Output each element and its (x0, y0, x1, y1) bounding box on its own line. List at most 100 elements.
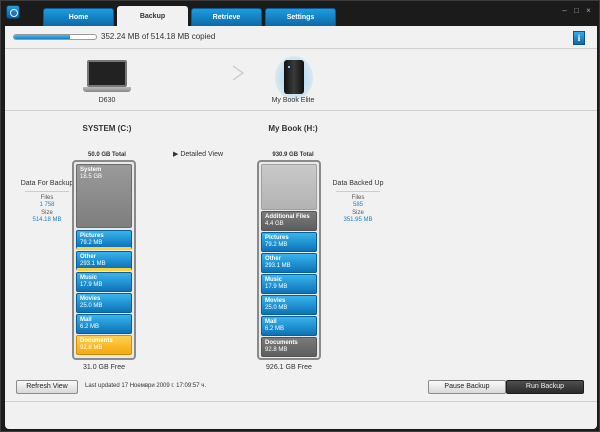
detailed-view-label: Detailed View (180, 151, 224, 158)
laptop-screen (87, 60, 127, 87)
segment-movies[interactable]: Movies 25.0 MB (261, 295, 317, 315)
segment-size: 79.2 MB (265, 242, 288, 248)
target-device-name: My Book Elite (271, 97, 315, 104)
arrow-right-icon (153, 65, 245, 81)
segment-name: Documents (80, 338, 113, 344)
segment-name: Movies (80, 296, 101, 302)
drive-light (288, 66, 290, 68)
refresh-view-button[interactable]: Refresh View (16, 380, 78, 394)
segment-size: 25.0 MB (80, 303, 103, 309)
segment-free-space (261, 164, 317, 210)
backup-progress-bar (13, 34, 97, 40)
segment-name: Additional Files (265, 214, 310, 220)
source-total: 50.0 GB Total (88, 152, 126, 158)
tab-bar: Home Backup Retrieve Settings (43, 6, 339, 26)
data-backed-up-stats: Data Backed Up Files 585 Size 351.95 MB (328, 180, 388, 223)
segment-other[interactable]: Other 293.1 MB (261, 253, 317, 273)
segment-name: Movies (265, 298, 286, 304)
triangle-right-icon: ▶ (173, 151, 179, 158)
target-free: 926.1 GB Free (266, 364, 312, 371)
segment-name: Music (265, 277, 283, 283)
segment-other[interactable]: Other 293.1 MB (76, 251, 132, 271)
segment-name: Documents (265, 340, 298, 346)
segment-size: 79.2 MB (80, 240, 103, 246)
run-backup-button[interactable]: Run Backup (506, 380, 584, 394)
segment-system[interactable]: System 18.5 GB (76, 164, 132, 228)
segment-name: Pictures (265, 235, 289, 241)
last-updated-text: Last updated 17 Ноември 2009 г. 17:09:57… (85, 383, 206, 389)
size-label: Size (41, 210, 53, 216)
segment-size: 4.4 GB (265, 221, 284, 227)
segment-pictures[interactable]: Pictures 79.2 MB (76, 230, 132, 250)
segment-name: Other (265, 256, 282, 262)
files-value: 1 758 (39, 202, 55, 208)
segment-size: 6.2 MB (265, 326, 285, 332)
laptop-icon (83, 60, 131, 94)
size-label: Size (352, 210, 364, 216)
files-label: Files (351, 195, 365, 201)
source-free: 31.0 GB Free (82, 364, 126, 371)
segment-music[interactable]: Music 17.9 MB (76, 272, 132, 292)
minimize-icon[interactable]: – (560, 6, 569, 15)
segment-size: 293.1 MB (265, 263, 291, 269)
stat-divider (336, 191, 380, 192)
progress-fill (14, 35, 71, 39)
segment-name: Mail (265, 319, 277, 325)
external-drive-icon (275, 56, 313, 100)
segment-name: System (80, 167, 102, 173)
pause-backup-button[interactable]: Pause Backup (428, 380, 506, 394)
app-logo-icon (6, 5, 20, 19)
divider (5, 401, 597, 402)
data-for-backup-title: Data For Backup (20, 180, 74, 187)
files-value: 585 (352, 202, 363, 208)
segment-name: Pictures (80, 233, 104, 239)
segment-size: 17.9 MB (80, 282, 103, 288)
segment-additional-files[interactable]: Additional Files 4.4 GB (261, 211, 317, 231)
segment-music[interactable]: Music 17.9 MB (261, 274, 317, 294)
target-drive-title: My Book (H:) (268, 124, 318, 133)
segment-size: 18.5 GB (80, 174, 103, 180)
tab-retrieve[interactable]: Retrieve (191, 8, 262, 26)
stat-divider (25, 191, 69, 192)
segment-mail[interactable]: Mail 6.2 MB (76, 314, 132, 334)
info-button[interactable]: i (573, 31, 585, 45)
data-for-backup-stats: Data For Backup Files 1 758 Size 514.18 … (17, 180, 77, 223)
files-label: Files (40, 195, 54, 201)
segment-mail[interactable]: Mail 6.2 MB (261, 316, 317, 336)
target-total: 930.9 GB Total (272, 152, 314, 158)
tab-home[interactable]: Home (43, 8, 114, 26)
segment-size: 6.2 MB (80, 324, 100, 330)
tab-settings[interactable]: Settings (265, 8, 336, 26)
detailed-view-link[interactable]: ▶ Detailed View (173, 150, 223, 158)
backup-panel: 352.24 MB of 514.18 MB copied i D630 My … (5, 26, 597, 429)
window-controls: – □ × (560, 6, 593, 15)
data-backed-up-title: Data Backed Up (332, 180, 384, 187)
segment-size: 25.0 MB (265, 305, 288, 311)
size-value: 514.18 MB (32, 217, 62, 223)
app-window: Home Backup Retrieve Settings – □ × 352.… (0, 0, 600, 432)
segment-documents[interactable]: Documents 92.8 MB (76, 335, 132, 355)
segment-size: 92.8 MB (265, 347, 288, 353)
segment-documents[interactable]: Documents 92.8 MB (261, 337, 317, 357)
close-icon[interactable]: × (584, 6, 593, 15)
segment-size: 17.9 MB (265, 284, 288, 290)
source-drive-title: SYSTEM (C:) (82, 124, 132, 133)
size-value: 351.95 MB (343, 217, 373, 223)
source-device-name: D630 (98, 97, 116, 104)
segment-name: Other (80, 254, 97, 260)
laptop-base (83, 87, 131, 92)
divider (5, 48, 597, 49)
tab-backup[interactable]: Backup (117, 6, 188, 26)
drive-body (284, 60, 304, 94)
segment-pictures[interactable]: Pictures 79.2 MB (261, 232, 317, 252)
maximize-icon[interactable]: □ (572, 6, 581, 15)
progress-text: 352.24 MB of 514.18 MB copied (101, 32, 216, 41)
target-drive-usage: Additional Files 4.4 GB Pictures 79.2 MB… (257, 160, 321, 360)
divider (5, 110, 597, 111)
segment-size: 293.1 MB (80, 261, 106, 267)
segment-name: Mail (80, 317, 92, 323)
source-drive-usage: System 18.5 GB Pictures 79.2 MB Other 29… (72, 160, 136, 360)
segment-movies[interactable]: Movies 25.0 MB (76, 293, 132, 313)
segment-size: 92.8 MB (80, 345, 103, 351)
segment-name: Music (80, 275, 98, 281)
